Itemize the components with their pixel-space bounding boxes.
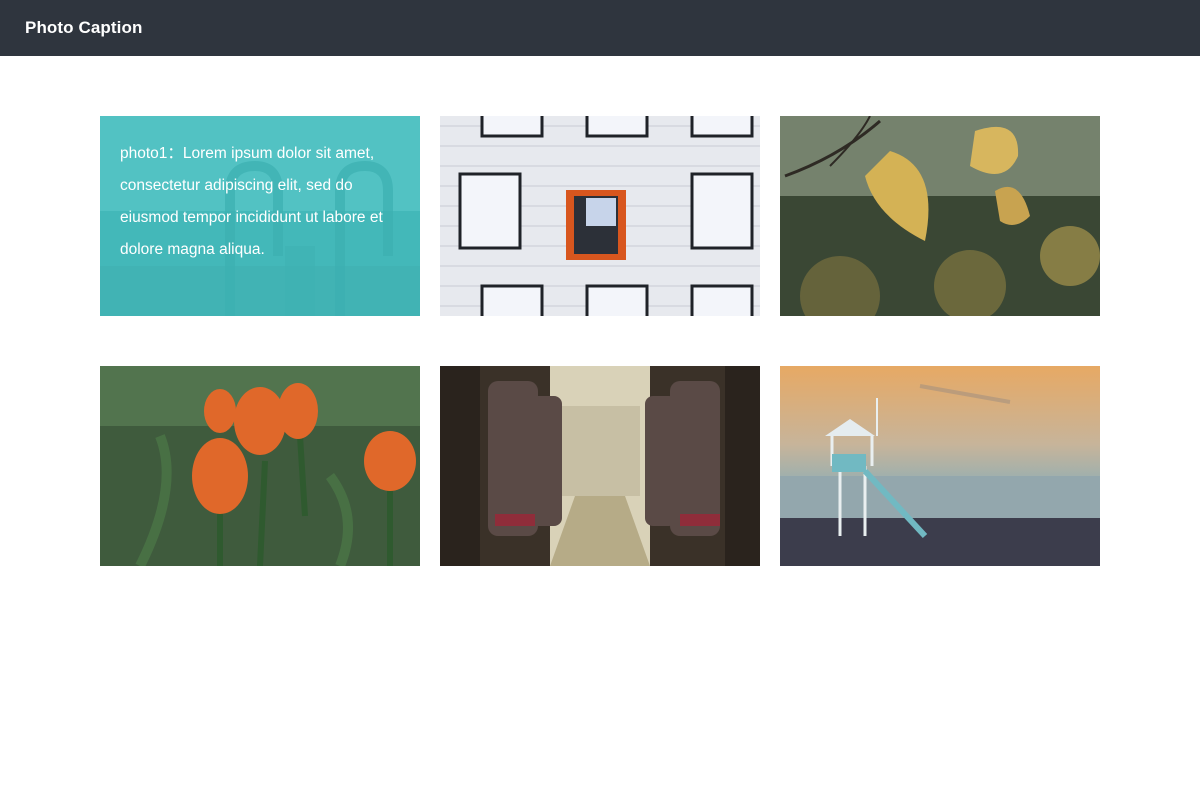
- lifeguard-tower-photo: [780, 366, 1100, 566]
- photo-card-1[interactable]: photo1：Lorem ipsum dolor sit amet, conse…: [100, 116, 420, 316]
- leaves-photo: [780, 116, 1100, 316]
- top-bar: Photo Caption: [0, 0, 1200, 56]
- photo-card-5[interactable]: [440, 366, 760, 566]
- photo-card-6[interactable]: [780, 366, 1100, 566]
- app-title: Photo Caption: [25, 18, 143, 37]
- photo-grid: photo1：Lorem ipsum dolor sit amet, conse…: [100, 116, 1100, 566]
- photo-card-2[interactable]: [440, 116, 760, 316]
- bus-interior-photo: [440, 366, 760, 566]
- photo-card-3[interactable]: [780, 116, 1100, 316]
- photo-card-4[interactable]: [100, 366, 420, 566]
- tulips-photo: [100, 366, 420, 566]
- building-photo: [440, 116, 760, 316]
- photo-caption: photo1：Lorem ipsum dolor sit amet, conse…: [120, 145, 383, 258]
